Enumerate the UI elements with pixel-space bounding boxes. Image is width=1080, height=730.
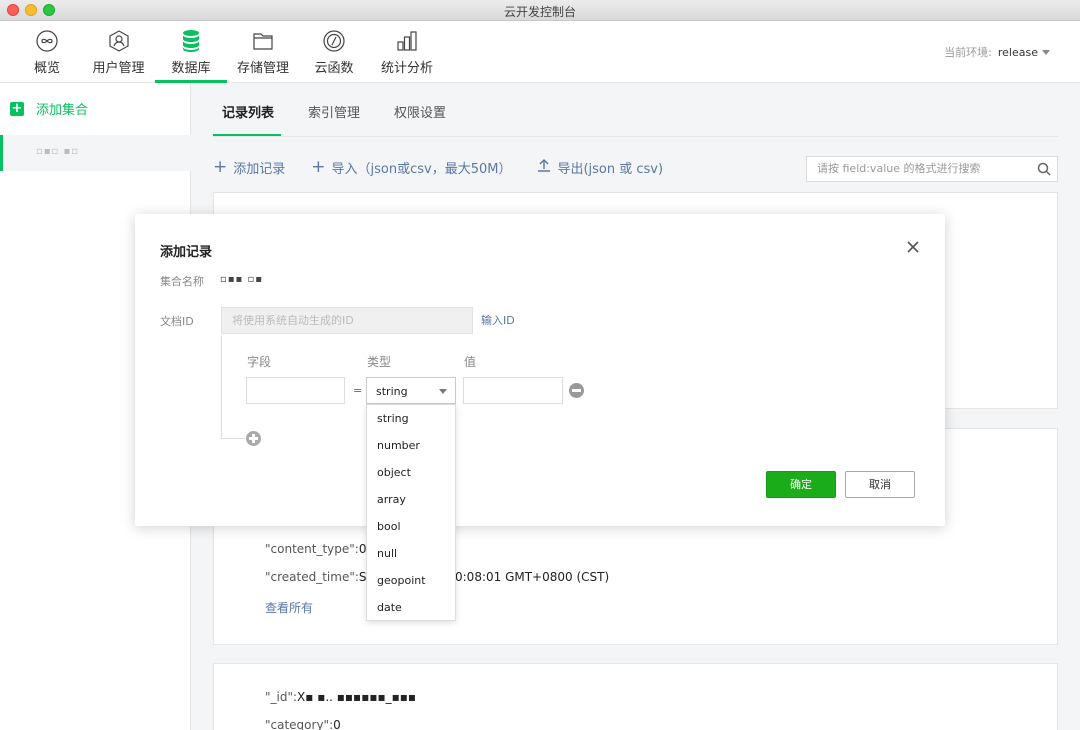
field-key: "category": xyxy=(265,718,334,730)
env-label: 当前环境: xyxy=(944,46,992,59)
type-option-bool[interactable]: bool xyxy=(377,520,401,533)
plus-icon: + xyxy=(213,157,228,177)
collection-value: ▫▪▪ ▫▪ xyxy=(220,274,264,285)
add-field-icon[interactable] xyxy=(246,431,261,446)
add-collection-button[interactable]: + 添加集合 xyxy=(10,99,88,118)
confirm-button[interactable]: 确定 xyxy=(766,471,836,498)
tab-records[interactable]: 记录列表 xyxy=(222,102,274,121)
window-title: 云开发控制台 xyxy=(503,5,576,19)
collection-name: ▫▪▫ ▪▫ xyxy=(36,146,80,157)
field-value-tail: 0:08:01 GMT+0800 (CST) xyxy=(455,570,610,584)
tab-permissions[interactable]: 权限设置 xyxy=(394,102,446,121)
field-name-input[interactable] xyxy=(246,377,345,404)
overview-icon xyxy=(34,29,60,53)
field-value: 0 xyxy=(333,718,341,730)
nav-label-stats: 统计分析 xyxy=(380,61,433,76)
search-box xyxy=(806,156,1058,182)
tree-line xyxy=(221,438,245,439)
record-field: "_id":X▪ ▪.. ▪▪▪▪▪▪_▪▪▪ xyxy=(265,690,416,704)
tab-indexes[interactable]: 索引管理 xyxy=(308,102,360,121)
title-bar: 云开发控制台 xyxy=(0,0,1080,21)
search-input[interactable] xyxy=(817,162,1032,175)
folder-icon xyxy=(250,29,276,53)
tree-line xyxy=(221,336,222,439)
collection-label: 集合名称 xyxy=(160,275,204,288)
type-option-number[interactable]: number xyxy=(377,439,420,452)
export-label: 导出(json 或 csv) xyxy=(557,161,664,177)
nav-item-users[interactable]: 用户管理 xyxy=(90,21,147,83)
type-option-date[interactable]: date xyxy=(377,601,402,614)
field-value-input[interactable] xyxy=(463,377,563,404)
record-card: "_id":X▪ ▪.. ▪▪▪▪▪▪_▪▪▪ "category":0 xyxy=(213,663,1058,730)
equals-sign: = xyxy=(353,384,363,397)
record-field-tail: 0:08:01 GMT+0800 (CST) xyxy=(455,570,609,584)
type-option-array[interactable]: array xyxy=(377,493,406,506)
top-nav: 概览 用户管理 数据库 存储管理 云函数 统计分析 当前环境: release xyxy=(0,21,1080,83)
active-tab-indicator xyxy=(213,134,281,136)
field-key: "created_time": xyxy=(265,570,359,584)
field-key: "_id": xyxy=(265,690,298,704)
env-value: release xyxy=(997,46,1038,59)
user-icon xyxy=(106,29,132,53)
nav-label-functions: 云函数 xyxy=(314,61,354,76)
chevron-down-icon xyxy=(1042,50,1050,55)
dialog-title: 添加记录 xyxy=(160,245,213,260)
type-selected-value: string xyxy=(376,385,408,398)
type-option-null[interactable]: null xyxy=(377,547,397,560)
add-record-label: 添加记录 xyxy=(233,161,286,177)
remove-field-icon[interactable] xyxy=(569,383,584,398)
env-selector[interactable]: 当前环境: release xyxy=(944,44,1050,60)
type-select[interactable]: string xyxy=(366,377,456,404)
nav-label-database: 数据库 xyxy=(171,61,211,76)
close-icon[interactable] xyxy=(906,240,920,254)
export-button[interactable]: 导出(json 或 csv) xyxy=(537,157,663,177)
column-header-value: 值 xyxy=(464,355,477,369)
plus-icon: + xyxy=(10,100,24,116)
field-key: "content_type": xyxy=(265,542,359,556)
add-collection-label: 添加集合 xyxy=(36,103,89,118)
nav-label-users: 用户管理 xyxy=(92,61,145,76)
nav-label-storage: 存储管理 xyxy=(236,61,289,76)
nav-item-stats[interactable]: 统计分析 xyxy=(380,21,434,83)
docid-field xyxy=(221,307,473,334)
column-header-type: 类型 xyxy=(367,355,392,369)
field-value: X▪ ▪.. ▪▪▪▪▪▪_▪▪▪ xyxy=(297,690,416,704)
type-option-geopoint[interactable]: geopoint xyxy=(377,574,426,587)
nav-item-database[interactable]: 数据库 xyxy=(155,21,227,83)
type-option-object[interactable]: object xyxy=(377,466,411,479)
sidebar-item-collection[interactable]: ▫▪▫ ▪▫ xyxy=(0,135,191,171)
record-field: "content_type":0 xyxy=(265,542,366,556)
plus-icon: + xyxy=(311,157,326,177)
upload-icon xyxy=(537,157,551,177)
type-option-string[interactable]: string xyxy=(377,412,409,425)
view-all-link[interactable]: 查看所有 xyxy=(265,599,313,616)
nav-item-functions[interactable]: 云函数 xyxy=(313,21,355,83)
input-id-link[interactable]: 输入ID xyxy=(481,312,515,328)
add-record-dialog: 添加记录 集合名称 ▫▪▪ ▫▪ 文档ID 输入ID 字段 类型 值 = str… xyxy=(135,214,945,526)
docid-label: 文档ID xyxy=(160,315,194,328)
nav-item-storage[interactable]: 存储管理 xyxy=(236,21,290,83)
nav-item-overview[interactable]: 概览 xyxy=(31,21,63,83)
column-header-field: 字段 xyxy=(247,355,272,369)
tab-bar: 记录列表 索引管理 权限设置 xyxy=(213,83,1058,137)
chevron-down-icon xyxy=(439,389,447,394)
cancel-button[interactable]: 取消 xyxy=(845,471,915,498)
records-toolbar: + 添加记录 + 导入（json或csv，最大50M） 导出(json 或 cs… xyxy=(213,157,689,177)
import-label: 导入（json或csv，最大50M） xyxy=(331,161,512,177)
search-icon[interactable] xyxy=(1037,162,1051,180)
record-field: "created_time":Sa xyxy=(265,570,374,584)
import-button[interactable]: + 导入（json或csv，最大50M） xyxy=(311,157,511,177)
database-icon xyxy=(178,29,204,53)
nav-label-overview: 概览 xyxy=(33,61,60,76)
chart-icon xyxy=(394,29,420,53)
add-record-button[interactable]: + 添加记录 xyxy=(213,157,285,177)
type-dropdown-menu: string number object array bool null geo… xyxy=(366,404,456,621)
record-field: "category":0 xyxy=(265,718,341,730)
docid-input[interactable] xyxy=(232,314,462,327)
function-icon xyxy=(321,29,347,53)
